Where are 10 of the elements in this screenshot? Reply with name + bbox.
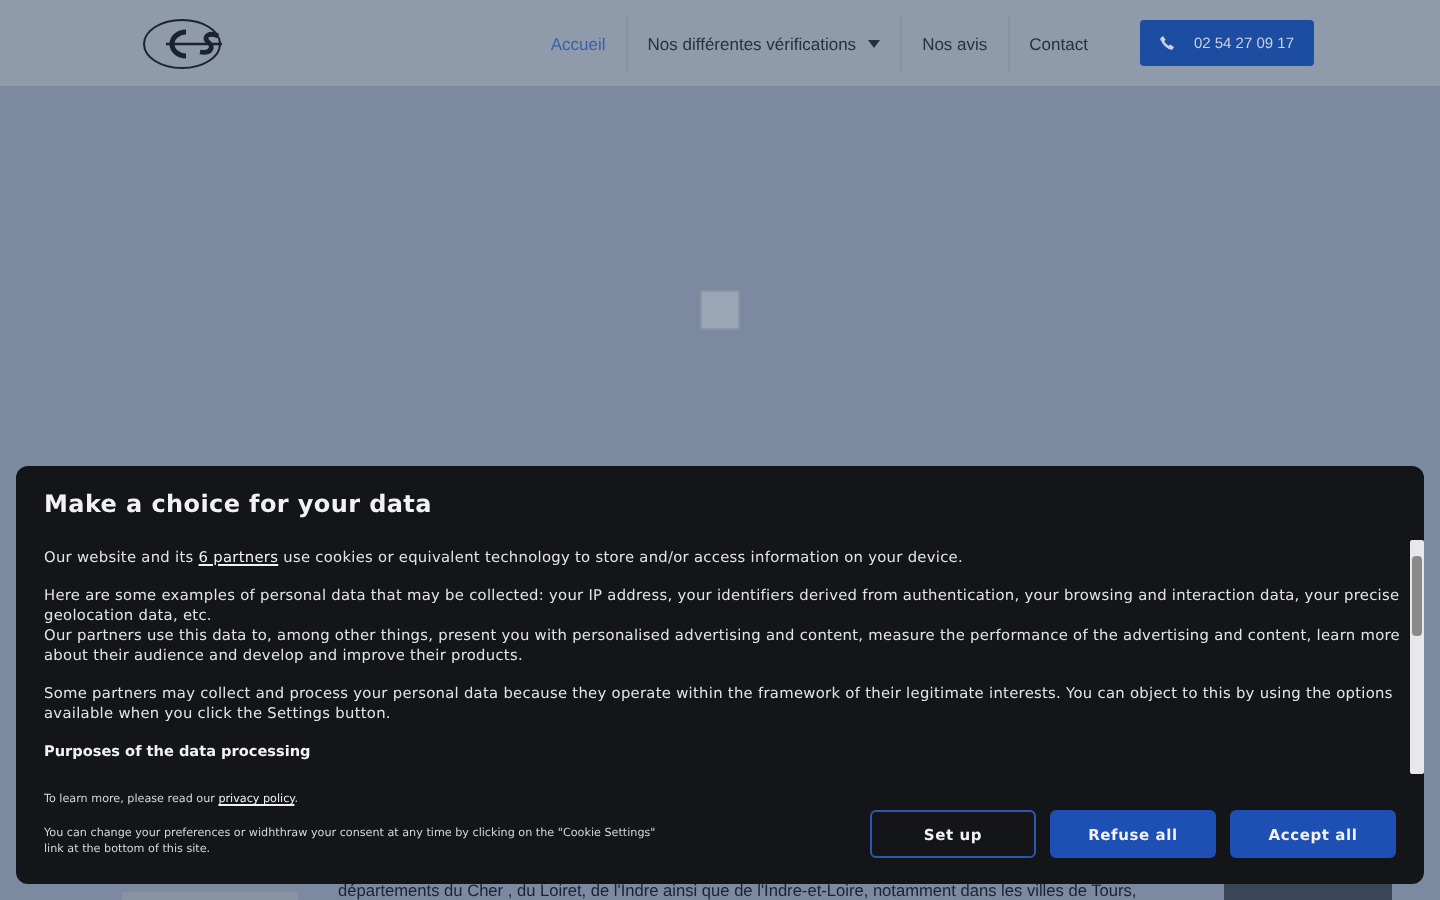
dialog-title: Make a choice for your data bbox=[44, 490, 434, 522]
nav-link[interactable]: Contact bbox=[1009, 33, 1108, 53]
phone-icon bbox=[1159, 36, 1174, 50]
caret-icon bbox=[868, 39, 881, 47]
body-text: départements du Cher , du Loiret, de l'Indre ainsi que de l'Indre-et-Loire, notamment dans les villes de Tours, bbox=[338, 880, 1137, 900]
scrollbar[interactable] bbox=[1410, 540, 1424, 774]
scrollbar-thumb[interactable] bbox=[1412, 556, 1422, 636]
loading-icon bbox=[700, 290, 740, 330]
nav-link[interactable]: Nos différentes vérifications bbox=[627, 33, 901, 53]
nav-link[interactable]: Nos avis bbox=[902, 33, 1008, 53]
